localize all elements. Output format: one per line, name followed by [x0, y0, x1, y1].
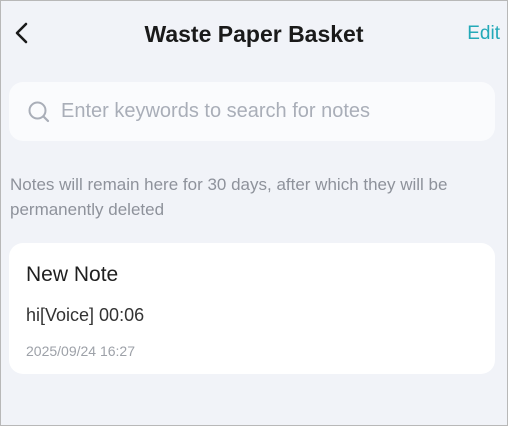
note-title: New Note [26, 263, 119, 286]
note-preview: hi[Voice] 00:06 [26, 305, 145, 325]
chevron-left-icon [15, 22, 28, 44]
retention-notice: Notes will remain here for 30 days, afte… [10, 175, 448, 219]
search-icon [27, 100, 51, 124]
back-button[interactable] [7, 18, 37, 48]
note-date: 2025/09/24 16:27 [26, 343, 135, 359]
header-bar: Waste Paper Basket Edit [1, 1, 507, 67]
search-bar[interactable] [9, 82, 495, 141]
edit-button[interactable]: Edit [467, 21, 500, 47]
search-input[interactable] [61, 100, 481, 123]
page-title: Waste Paper Basket [144, 21, 364, 47]
note-card[interactable]: New Note hi[Voice] 00:06 2025/09/24 16:2… [9, 243, 495, 374]
waste-paper-basket-screen: Waste Paper Basket Edit Notes will remai… [0, 0, 508, 426]
